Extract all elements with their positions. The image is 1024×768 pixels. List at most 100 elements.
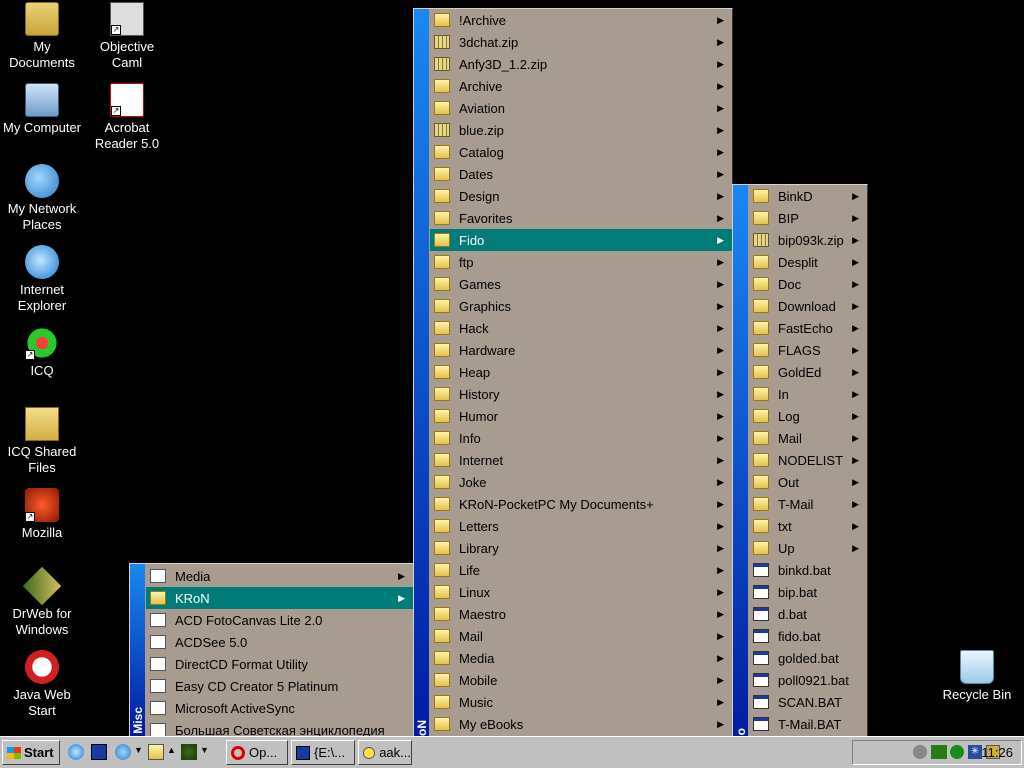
fido-menu-item[interactable]: Up ▶	[749, 537, 867, 559]
fido-menu-item[interactable]: Desplit ▶	[749, 251, 867, 273]
desktop-icon-icq-shared-files[interactable]: ICQ Shared Files	[0, 407, 84, 476]
misc-menu-item[interactable]: Easy CD Creator 5 Platinum	[146, 675, 413, 697]
misc-menu-item[interactable]: DirectCD Format Utility	[146, 653, 413, 675]
kron-menu-item[interactable]: Games ▶	[430, 273, 732, 295]
fido-menu-item[interactable]: Mail ▶	[749, 427, 867, 449]
kron-menu-item[interactable]: Letters ▶	[430, 515, 732, 537]
kron-menu-item[interactable]: Music ▶	[430, 691, 732, 713]
kron-menu-item[interactable]: Info ▶	[430, 427, 732, 449]
fido-menu-item[interactable]: GoldEd ▶	[749, 361, 867, 383]
fido-menu-item[interactable]: T-Mail ▶	[749, 493, 867, 515]
fido-menu-item[interactable]: T-Mail.BAT	[749, 713, 867, 735]
fido-menu-item[interactable]: binkd.bat	[749, 559, 867, 581]
quicklaunch-menu-icon[interactable]	[148, 744, 164, 760]
desktop-icon-objective-caml[interactable]: ↗ Objective Caml	[85, 2, 169, 71]
tray-snow-icon[interactable]: ✳	[968, 745, 982, 759]
kron-menu-item[interactable]: Media ▶	[430, 647, 732, 669]
fido-menu-item[interactable]: SCAN.BAT	[749, 691, 867, 713]
kron-menu-item[interactable]: Hardware ▶	[430, 339, 732, 361]
desktop-icon-network-places[interactable]: My Network Places	[0, 164, 84, 233]
fido-menu-item[interactable]: bip.bat	[749, 581, 867, 603]
kron-menu-item[interactable]: Catalog ▶	[430, 141, 732, 163]
start-button[interactable]: Start	[2, 740, 60, 765]
quicklaunch-far-icon[interactable]	[91, 744, 107, 760]
tray-drweb-icon[interactable]	[931, 745, 947, 759]
fido-menu-item[interactable]: Doc ▶	[749, 273, 867, 295]
fido-menu-item[interactable]: Log ▶	[749, 405, 867, 427]
quicklaunch-tray-icon[interactable]	[181, 744, 197, 760]
kron-menu-item[interactable]: Internet ▶	[430, 449, 732, 471]
submenu-arrow-icon: ▶	[852, 279, 859, 289]
quicklaunch-chevron-icon[interactable]: ▼	[200, 745, 209, 755]
desktop-icon-my-documents[interactable]: My Documents	[0, 2, 84, 71]
desktop-icon-acrobat-reader[interactable]: ↗ Acrobat Reader 5.0	[85, 83, 169, 152]
desktop-icon-icq[interactable]: ↗ ICQ	[0, 326, 84, 379]
desktop-icon-internet-explorer[interactable]: Internet Explorer	[0, 245, 84, 314]
kron-menu-item[interactable]: !Archive ▶	[430, 9, 732, 31]
kron-menu-item[interactable]: Joke ▶	[430, 471, 732, 493]
kron-menu-item[interactable]: Fido ▶	[430, 229, 732, 251]
fido-menu-item[interactable]: bip093k.zip ▶	[749, 229, 867, 251]
kron-menu-item[interactable]: Life ▶	[430, 559, 732, 581]
quicklaunch-globe-icon[interactable]	[115, 744, 131, 760]
kron-menu-item[interactable]: ftp ▶	[430, 251, 732, 273]
desktop-icon-java-web-start[interactable]: Java Web Start	[0, 650, 84, 719]
task-button-far[interactable]: {E:\...	[291, 740, 355, 765]
kron-menu-item[interactable]: Heap ▶	[430, 361, 732, 383]
kron-menu-item[interactable]: Maestro ▶	[430, 603, 732, 625]
kron-menu-item[interactable]: Linux ▶	[430, 581, 732, 603]
fido-menu-item[interactable]: FLAGS ▶	[749, 339, 867, 361]
kron-menu-item[interactable]: Library ▶	[430, 537, 732, 559]
fido-menu-item[interactable]: fido.bat	[749, 625, 867, 647]
fido-menu-item[interactable]: FastEcho ▶	[749, 317, 867, 339]
kron-menu-item[interactable]: Aviation ▶	[430, 97, 732, 119]
kron-menu-item[interactable]: Design ▶	[430, 185, 732, 207]
kron-menu-item[interactable]: Humor ▶	[430, 405, 732, 427]
tray-app-icon[interactable]	[913, 745, 927, 759]
misc-menu-item[interactable]: Media ▶	[146, 565, 413, 587]
quicklaunch-ie-icon[interactable]	[68, 744, 84, 760]
kron-menu-item[interactable]: Hack ▶	[430, 317, 732, 339]
misc-menu-item[interactable]: KRoN ▶	[146, 587, 413, 609]
desktop-icon-recycle-bin[interactable]: Recycle Bin	[935, 650, 1019, 703]
task-button-opera[interactable]: Op...	[226, 740, 288, 765]
menu-side-strip: KRoN	[414, 9, 429, 759]
kron-menu-item[interactable]: Archive ▶	[430, 75, 732, 97]
fido-menu-item[interactable]: Out ▶	[749, 471, 867, 493]
menu-item-label: binkd.bat	[778, 562, 831, 578]
menu-item-label: Hardware	[459, 342, 516, 358]
desktop-icon-drweb[interactable]: DrWeb for Windows	[0, 566, 84, 638]
misc-menu-item[interactable]: Microsoft ActiveSync	[146, 697, 413, 719]
submenu-arrow-icon: ▶	[717, 455, 724, 465]
quicklaunch-up-icon[interactable]: ▲	[167, 745, 176, 755]
kron-menu-item[interactable]: My eBooks ▶	[430, 713, 732, 735]
fido-menu-item[interactable]: txt ▶	[749, 515, 867, 537]
misc-menu-item[interactable]: ACDSee 5.0	[146, 631, 413, 653]
kron-menu-item[interactable]: Mail ▶	[430, 625, 732, 647]
tray-network-icon[interactable]	[950, 745, 964, 759]
kron-menu-item[interactable]: Anfy3D_1.2.zip ▶	[430, 53, 732, 75]
desktop-icon-my-computer[interactable]: My Computer	[0, 83, 84, 136]
objective-caml-icon: ↗	[110, 2, 144, 36]
fido-menu-item[interactable]: BinkD ▶	[749, 185, 867, 207]
kron-menu-item[interactable]: History ▶	[430, 383, 732, 405]
kron-menu-item[interactable]: Mobile ▶	[430, 669, 732, 691]
kron-menu-item[interactable]: Graphics ▶	[430, 295, 732, 317]
kron-menu-item[interactable]: blue.zip ▶	[430, 119, 732, 141]
fido-menu-item[interactable]: In ▶	[749, 383, 867, 405]
fido-menu-item[interactable]: golded.bat	[749, 647, 867, 669]
desktop-icon-mozilla[interactable]: ↗ Mozilla	[0, 488, 84, 541]
fido-menu-item[interactable]: poll0921.bat	[749, 669, 867, 691]
fido-menu-item[interactable]: Download ▶	[749, 295, 867, 317]
clock[interactable]: 11:26	[981, 745, 1013, 760]
quicklaunch-chevron-icon[interactable]: ▼	[134, 745, 143, 755]
kron-menu-item[interactable]: 3dchat.zip ▶	[430, 31, 732, 53]
misc-menu-item[interactable]: ACD FotoCanvas Lite 2.0	[146, 609, 413, 631]
fido-menu-item[interactable]: d.bat	[749, 603, 867, 625]
kron-menu-item[interactable]: Dates ▶	[430, 163, 732, 185]
task-button-chat[interactable]: aak...	[358, 740, 412, 765]
fido-menu-item[interactable]: BIP ▶	[749, 207, 867, 229]
kron-menu-item[interactable]: Favorites ▶	[430, 207, 732, 229]
kron-menu-item[interactable]: KRoN-PocketPC My Documents+ ▶	[430, 493, 732, 515]
fido-menu-item[interactable]: NODELIST ▶	[749, 449, 867, 471]
